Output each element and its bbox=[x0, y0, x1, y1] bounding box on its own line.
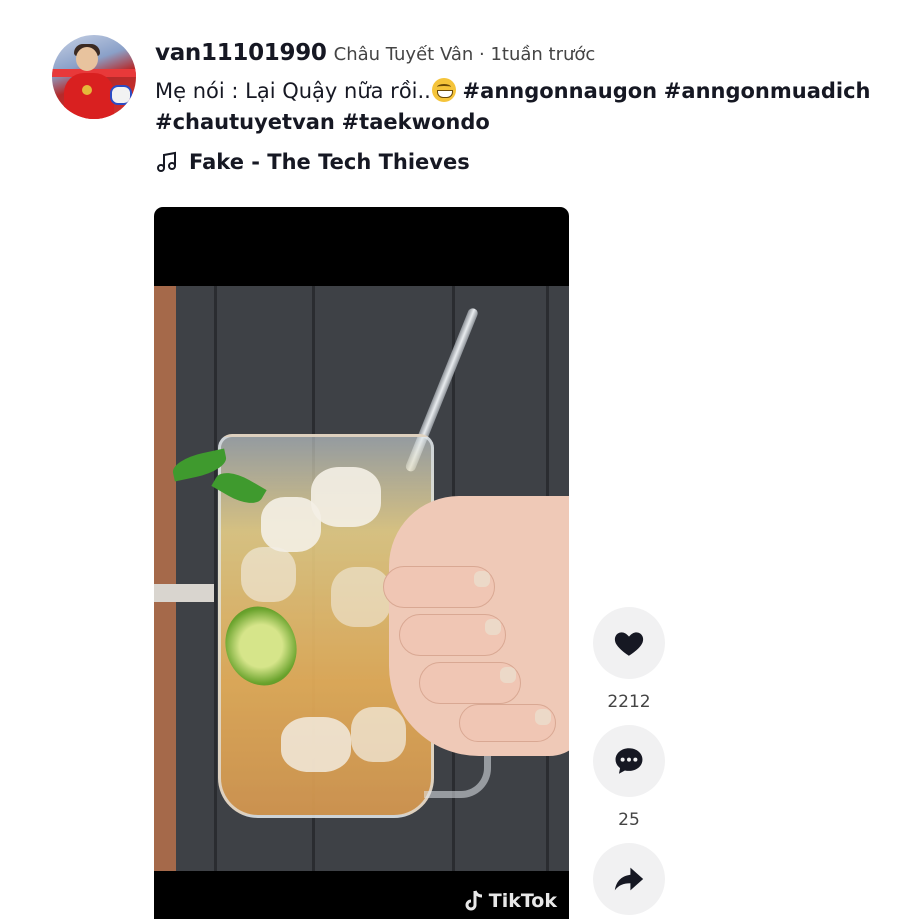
brick-wall bbox=[154, 286, 176, 871]
music-title: Fake - The Tech Thieves bbox=[189, 150, 470, 174]
ice-cube bbox=[261, 497, 321, 552]
like-count: 2212 bbox=[607, 692, 651, 712]
tiktok-watermark: TikTok bbox=[463, 889, 557, 913]
author-nickname-and-time: Châu Tuyết Vân · 1tuần trước bbox=[333, 44, 596, 65]
wall-panel-line bbox=[214, 286, 217, 871]
finger bbox=[419, 662, 521, 704]
music-link[interactable]: Fake - The Tech Thieves bbox=[155, 150, 875, 174]
author-line: van11101990 Châu Tuyết Vân · 1tuần trước bbox=[155, 40, 875, 66]
ice-cube bbox=[241, 547, 296, 602]
music-note-icon bbox=[157, 151, 176, 172]
comment-icon bbox=[615, 748, 643, 774]
avatar-face bbox=[76, 47, 98, 71]
hashtag-link[interactable]: #taekwondo bbox=[342, 110, 490, 134]
hashtag-link[interactable]: #chautuyetvan bbox=[155, 110, 335, 134]
author-username[interactable]: van11101990 bbox=[155, 40, 327, 66]
hashtag-link[interactable]: #anngonnaugon bbox=[463, 79, 658, 103]
comment-count: 25 bbox=[618, 810, 640, 830]
avatar-jacket bbox=[64, 73, 114, 119]
finger bbox=[383, 566, 495, 608]
ice-cube bbox=[351, 707, 406, 762]
watermark-text: TikTok bbox=[488, 890, 557, 912]
like-button[interactable] bbox=[593, 607, 665, 679]
post-header: van11101990 Châu Tuyết Vân · 1tuần trước… bbox=[155, 40, 875, 174]
finger bbox=[399, 614, 506, 656]
finger bbox=[459, 704, 556, 742]
post-description: Mẹ nói : Lại Quậy nữa rồi.. #anngonnaugo… bbox=[155, 76, 875, 138]
video-player[interactable]: TikTok bbox=[154, 207, 569, 919]
heart-icon bbox=[614, 632, 644, 656]
avatar-glove bbox=[110, 85, 132, 105]
share-arrow-icon bbox=[614, 867, 644, 891]
description-text: Mẹ nói : Lại Quậy nữa rồi.. bbox=[155, 79, 431, 103]
share-button[interactable] bbox=[593, 843, 665, 915]
author-avatar[interactable] bbox=[52, 35, 136, 119]
comment-button[interactable] bbox=[593, 725, 665, 797]
action-bar: 2212 25 bbox=[593, 607, 665, 915]
video-frame bbox=[154, 286, 569, 871]
wall-ledge bbox=[154, 584, 214, 602]
hand bbox=[383, 496, 569, 756]
hashtag-link[interactable]: #anngonmuadich bbox=[664, 79, 871, 103]
grinning-face-icon bbox=[431, 78, 456, 102]
ice-cube bbox=[331, 567, 391, 627]
avatar-medal bbox=[82, 85, 92, 95]
ice-cube bbox=[311, 467, 381, 527]
tiktok-logo-icon bbox=[465, 890, 482, 911]
ice-cube bbox=[281, 717, 351, 772]
